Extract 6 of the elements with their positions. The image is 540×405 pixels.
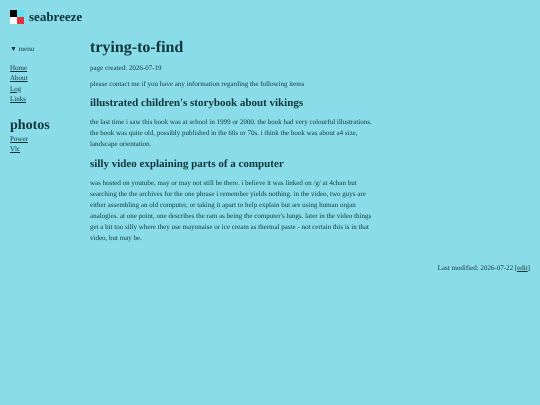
photos-heading: photos (10, 118, 51, 134)
page-title: trying-to-find (90, 38, 184, 56)
site-name[interactable]: seabreeze (29, 7, 82, 26)
logo-icon (10, 10, 24, 24)
section-heading: silly video explaining parts of a computer (90, 158, 285, 170)
section-heading: illustrated children's storybook about vikings (90, 96, 304, 110)
